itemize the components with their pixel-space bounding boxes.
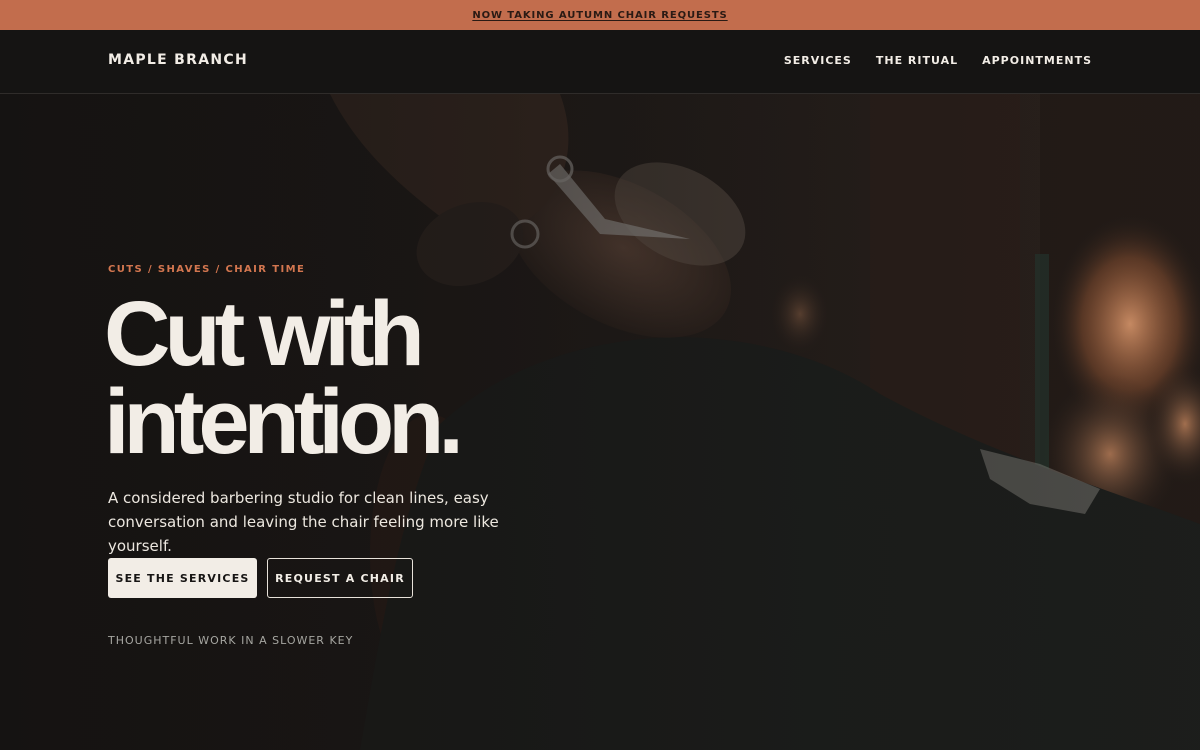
nav-link-services[interactable]: SERVICES: [784, 54, 852, 67]
brand-logo[interactable]: MAPLE BRANCH: [108, 52, 248, 68]
request-chair-button[interactable]: REQUEST A CHAIR: [267, 558, 413, 598]
nav-link-appointments[interactable]: APPOINTMENTS: [982, 54, 1092, 67]
hero-description: A considered barbering studio for clean …: [108, 489, 499, 555]
promo-bar: NOW TAKING AUTUMN CHAIR REQUESTS: [0, 0, 1200, 30]
hero-headline: Cut with intention.: [104, 283, 464, 473]
hero-tagline: THOUGHTFUL WORK IN A SLOWER KEY: [108, 634, 354, 647]
nav-links: SERVICES THE RITUAL APPOINTMENTS: [784, 54, 1092, 67]
headline-line-1: Cut with: [104, 283, 425, 385]
promo-link[interactable]: NOW TAKING AUTUMN CHAIR REQUESTS: [472, 10, 727, 21]
headline-line-2: intention.: [104, 371, 464, 473]
top-navigation: MAPLE BRANCH SERVICES THE RITUAL APPOINT…: [0, 30, 1200, 94]
nav-link-the-ritual[interactable]: THE RITUAL: [876, 54, 958, 67]
hero-eyebrow: CUTS / SHAVES / CHAIR TIME: [108, 264, 306, 275]
hero-section: CUTS / SHAVES / CHAIR TIME Cut with inte…: [0, 94, 1200, 750]
see-services-button[interactable]: SEE THE SERVICES: [108, 558, 257, 598]
